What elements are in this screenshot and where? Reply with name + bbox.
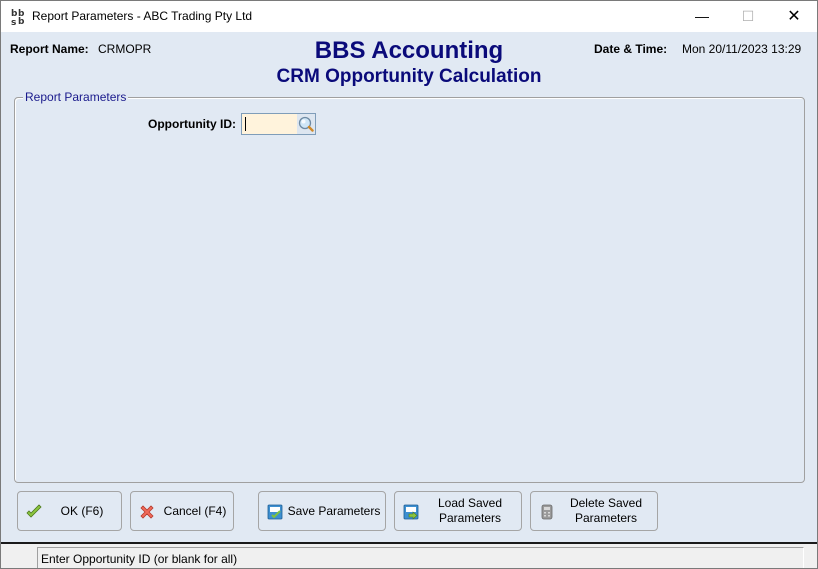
cancel-button-label: Cancel (F4)	[163, 503, 227, 518]
save-parameters-button[interactable]: Save Parameters	[258, 491, 386, 531]
group-label: Report Parameters	[23, 90, 129, 104]
opportunity-id-label: Opportunity ID:	[148, 117, 236, 131]
maximize-icon: ☐	[741, 8, 755, 24]
text-caret	[245, 117, 246, 131]
save-params-icon	[267, 504, 283, 520]
title-bar: b b s b Report Parameters - ABC Trading …	[1, 1, 817, 32]
cancel-x-icon	[140, 505, 154, 519]
opportunity-id-input[interactable]	[242, 114, 299, 134]
load-saved-parameters-label: Load Saved Parameters	[437, 496, 503, 525]
minimize-button[interactable]: —	[679, 1, 725, 32]
status-panel: Enter Opportunity ID (or blank for all)	[37, 547, 804, 568]
window-title: Report Parameters - ABC Trading Pty Ltd	[32, 9, 253, 23]
delete-params-icon	[541, 504, 553, 520]
bbs-app-icon: b b s b	[10, 8, 28, 28]
ok-button[interactable]: OK (F6)	[17, 491, 122, 531]
status-message: Enter Opportunity ID (or blank for all)	[41, 552, 238, 566]
close-icon: ✕	[787, 8, 801, 25]
delete-saved-parameters-label: Delete Saved Parameters	[569, 496, 643, 525]
load-params-icon	[403, 504, 419, 520]
magnifier-icon	[298, 116, 314, 132]
load-saved-parameters-button[interactable]: Load Saved Parameters	[394, 491, 522, 531]
save-parameters-label: Save Parameters	[287, 503, 381, 518]
svg-text:s: s	[11, 18, 16, 26]
close-button[interactable]: ✕	[771, 1, 817, 32]
opportunity-lookup-button[interactable]	[297, 114, 315, 134]
opportunity-id-field	[241, 113, 316, 135]
ok-button-label: OK (F6)	[60, 503, 104, 518]
report-title: CRM Opportunity Calculation	[276, 66, 542, 87]
datetime-label: Date & Time:	[594, 42, 668, 56]
report-parameters-window: b b s b Report Parameters - ABC Trading …	[0, 0, 818, 569]
minimize-icon: —	[695, 8, 709, 24]
status-bar: Enter Opportunity ID (or blank for all)	[1, 542, 817, 568]
report-parameters-group	[14, 97, 805, 483]
cancel-button[interactable]: Cancel (F4)	[130, 491, 234, 531]
maximize-button[interactable]: ☐	[725, 1, 771, 32]
check-icon	[26, 504, 42, 518]
delete-saved-parameters-button[interactable]: Delete Saved Parameters	[530, 491, 658, 531]
svg-text:b: b	[18, 17, 25, 26]
datetime-value: Mon 20/11/2023 13:29	[682, 42, 802, 56]
